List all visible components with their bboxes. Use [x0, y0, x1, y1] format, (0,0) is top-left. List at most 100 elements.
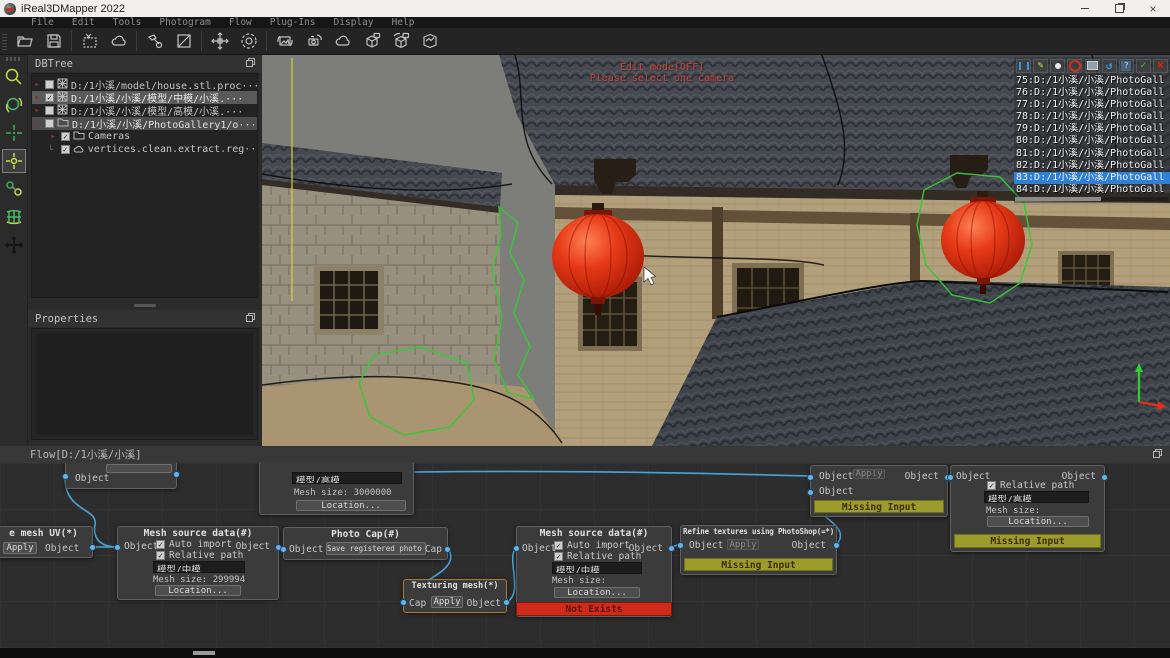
expand-arrow-icon[interactable]	[32, 107, 42, 114]
input-port[interactable]	[114, 544, 121, 551]
properties-header[interactable]: Properties	[28, 310, 262, 327]
photo-list-item[interactable]: 80:D:/1小溪/小溪/PhotoGall	[1014, 135, 1170, 147]
apply-button-disabled[interactable]: Apply	[727, 539, 759, 550]
scrollbar-thumb[interactable]	[1015, 197, 1101, 201]
undo-icon[interactable]	[1102, 59, 1117, 73]
float-panel-icon[interactable]	[246, 58, 255, 70]
node-partial-top-right[interactable]: Object Apply Object Object Missing Input	[810, 465, 948, 517]
menu-tools[interactable]: Tools	[104, 17, 151, 28]
relative-path-checkbox[interactable]: Relative path	[987, 480, 1074, 491]
apply-button[interactable]: Apply	[3, 542, 37, 554]
checkbox-checked[interactable]	[61, 132, 70, 141]
tree-item[interactable]: D:/1小溪/小溪/PhotoGallery1/o···	[32, 117, 257, 130]
photo-list-item[interactable]: 75:D:/1小溪/小溪/PhotoGall	[1014, 75, 1170, 87]
location-button[interactable]: Location...	[987, 516, 1089, 527]
cloud-import-icon[interactable]	[104, 29, 133, 54]
node-partial-top-left[interactable]: Object	[65, 463, 177, 489]
photo-list-item[interactable]: 78:D:/1小溪/小溪/PhotoGall	[1014, 111, 1170, 123]
auto-import-checkbox[interactable]: Auto import	[156, 539, 232, 550]
node-mesh-source-data-1[interactable]: Mesh source data(#) Object Auto import R…	[117, 526, 279, 600]
checkbox-checked[interactable]	[156, 551, 165, 560]
expand-arrow-icon[interactable]	[32, 94, 42, 101]
checkbox-checked[interactable]	[156, 540, 165, 549]
photo-list-item[interactable]: 82:D:/1小溪/小溪/PhotoGall	[1014, 160, 1170, 172]
save-album-button[interactable]: Save registered photo album	[326, 542, 426, 555]
location-button[interactable]: Location...	[554, 587, 640, 598]
photo-list-scrollbar[interactable]	[1015, 197, 1169, 201]
input-port[interactable]	[947, 474, 954, 481]
edit-icon[interactable]	[1033, 59, 1048, 73]
repair-tool-icon[interactable]	[140, 29, 169, 54]
open-project-icon[interactable]	[10, 29, 39, 54]
checkbox-unchecked[interactable]	[45, 106, 54, 115]
relative-path-checkbox[interactable]: Relative path	[156, 550, 243, 561]
checkbox-checked[interactable]	[45, 93, 54, 102]
float-panel-icon[interactable]	[1153, 449, 1162, 461]
apply-button-disabled[interactable]: Apply	[853, 469, 885, 479]
node-refine-photoshop[interactable]: Refine textures using PhotoShop(=*) Obje…	[680, 525, 837, 575]
checkbox-checked[interactable]	[554, 552, 563, 561]
photo-list-item[interactable]: 84:D:/1小溪/小溪/PhotoGall	[1014, 184, 1170, 196]
move-view-icon[interactable]	[2, 233, 26, 257]
output-port[interactable]	[503, 599, 510, 606]
photo-list-item-selected[interactable]: 83:D:/1小溪/小溪/PhotoGall	[1014, 172, 1170, 184]
output-port[interactable]	[1101, 474, 1108, 481]
node-mesh-source-data-top[interactable]: 模型/高模 Mesh size: 3000000 Location...	[259, 463, 414, 515]
input-port[interactable]	[280, 546, 287, 553]
node-photo-cap[interactable]: Photo Cap(#) Object Save registered phot…	[283, 527, 448, 560]
restore-button[interactable]	[1102, 0, 1136, 17]
path-field[interactable]: 模型/中模	[552, 562, 642, 574]
path-field[interactable]: 模型/高模	[292, 472, 402, 484]
help-icon[interactable]	[1119, 59, 1134, 73]
menu-help[interactable]: Help	[383, 17, 424, 28]
cube-camera-icon[interactable]	[357, 29, 386, 54]
output-port[interactable]	[89, 544, 96, 551]
register-images-icon[interactable]	[270, 29, 299, 54]
package-model-icon[interactable]	[415, 29, 444, 54]
node-mesh-source-data-2[interactable]: Mesh source data(#) Object Auto import R…	[516, 526, 672, 617]
rotate-orbit-icon[interactable]	[234, 29, 263, 54]
menu-plugins[interactable]: Plug-Ins	[261, 17, 325, 28]
node-texturing-mesh[interactable]: Texturing mesh(*) Cap Apply Object	[403, 579, 507, 613]
output-port[interactable]	[833, 542, 840, 549]
menu-flow[interactable]: Flow	[220, 17, 261, 28]
point-cloud-icon[interactable]	[328, 29, 357, 54]
checkbox-checked[interactable]	[554, 541, 563, 550]
expand-arrow-icon[interactable]	[48, 133, 58, 140]
photo-list-item[interactable]: 81:D:/1小溪/小溪/PhotoGall	[1014, 148, 1170, 160]
flip-plane-icon[interactable]	[169, 29, 198, 54]
side-toolbar-grip[interactable]	[6, 57, 21, 61]
accept-icon[interactable]	[1136, 59, 1151, 73]
pause-icon[interactable]	[1016, 59, 1031, 73]
node-mesh-uv[interactable]: e mesh UV(*) Apply Object	[0, 526, 93, 558]
zoom-fit-icon[interactable]	[2, 93, 26, 117]
align-point-icon[interactable]	[2, 121, 26, 145]
tree-item[interactable]: Cameras	[32, 130, 257, 143]
menu-display[interactable]: Display	[325, 17, 383, 28]
input-port[interactable]	[807, 489, 814, 496]
float-panel-icon[interactable]	[246, 313, 255, 325]
input-port[interactable]	[807, 474, 814, 481]
input-port[interactable]	[513, 545, 520, 552]
dbtree-header[interactable]: DBTree	[28, 55, 262, 72]
checkbox-unchecked[interactable]	[45, 119, 54, 128]
node-mesh-source-data-right[interactable]: Object Object Relative path 模型/高模 Mesh s…	[950, 465, 1105, 552]
flow-canvas[interactable]: Object e mesh UV(*) Apply Object Mesh so…	[0, 463, 1170, 648]
input-port[interactable]	[62, 473, 69, 480]
path-field[interactable]: 模型/高模	[984, 491, 1089, 503]
photo-list-item[interactable]: 76:D:/1小溪/小溪/PhotoGall	[1014, 87, 1170, 99]
minimize-button[interactable]	[1068, 0, 1102, 17]
checkbox-checked[interactable]	[987, 481, 996, 490]
output-port[interactable]	[444, 546, 451, 553]
apply-button[interactable]: Apply	[431, 596, 463, 608]
expand-arrow-icon[interactable]	[32, 81, 42, 88]
path-field[interactable]: 模型/中模	[153, 561, 245, 573]
panel-splitter[interactable]	[28, 301, 262, 310]
mark-icon[interactable]	[1050, 59, 1065, 73]
menu-file[interactable]: File	[22, 17, 63, 28]
toolbar-grip[interactable]	[2, 32, 7, 50]
auto-import-checkbox[interactable]: Auto import	[554, 540, 630, 551]
input-port[interactable]	[400, 599, 407, 606]
cube-align-icon[interactable]	[386, 29, 415, 54]
checkbox-unchecked[interactable]	[45, 80, 54, 89]
